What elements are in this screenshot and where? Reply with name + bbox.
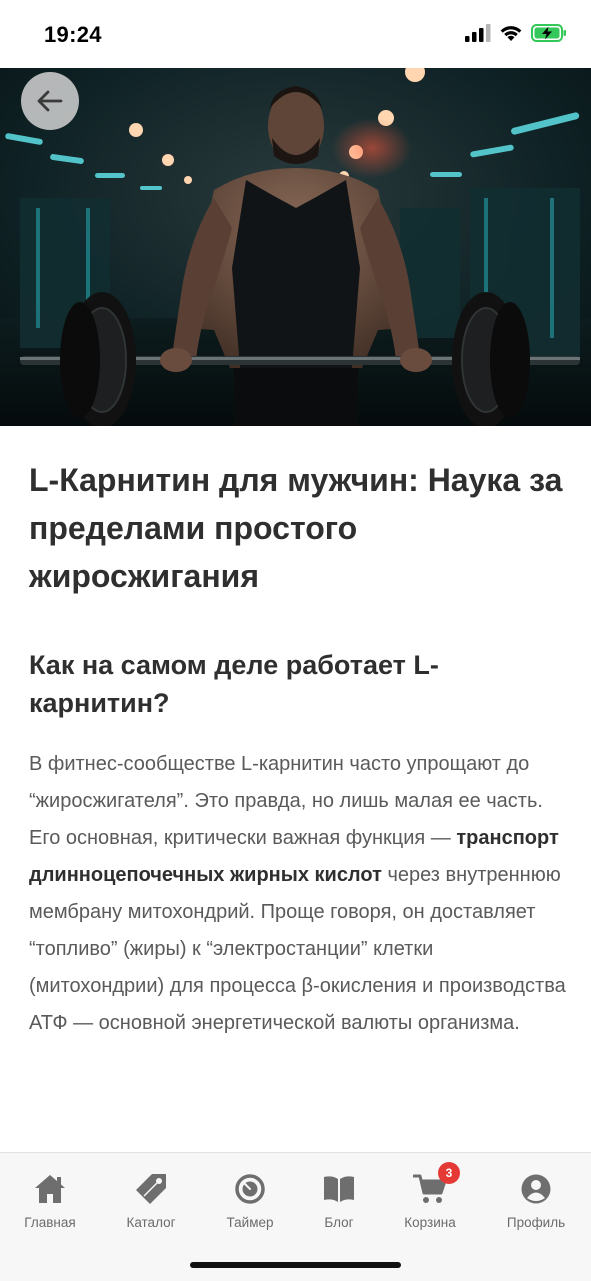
cellular-signal-icon — [465, 24, 491, 42]
article: L-Карнитин для мужчин: Наука за пределам… — [29, 456, 569, 1042]
home-icon — [35, 1175, 65, 1203]
article-subtitle: Как на самом деле работает L-карнитин? — [29, 650, 439, 718]
battery-charging-icon — [531, 24, 566, 42]
hero-image — [0, 68, 591, 426]
nav-label-catalog: Каталог — [126, 1215, 176, 1230]
nav-item-blog[interactable]: Блог — [290, 1171, 388, 1230]
article-body-text-2: через внутреннюю мембрану митохондрий. П… — [29, 864, 566, 1034]
article-body: В фитнес-сообществе L-карнитин часто упр… — [29, 746, 569, 1042]
wifi-icon — [500, 26, 522, 41]
nav-label-profile: Профиль — [506, 1215, 566, 1230]
book-icon — [324, 1176, 354, 1202]
nav-label-timer: Таймер — [226, 1215, 274, 1230]
nav-label-home: Главная — [24, 1215, 76, 1230]
status-bar: 19:24 — [0, 0, 591, 68]
arrow-left-icon — [37, 90, 63, 112]
nav-item-profile[interactable]: Профиль — [487, 1171, 585, 1230]
timer-icon — [235, 1174, 265, 1204]
nav-item-cart[interactable]: 3 Корзина — [381, 1162, 479, 1230]
nav-item-home[interactable]: Главная — [1, 1171, 99, 1230]
tag-icon — [136, 1174, 166, 1204]
nav-label-cart: Корзина — [404, 1215, 456, 1230]
nav-item-catalog[interactable]: Каталог — [102, 1171, 200, 1230]
nav-label-blog: Блог — [324, 1215, 354, 1230]
status-icons — [465, 24, 567, 42]
status-time: 19:24 — [44, 22, 102, 47]
back-button[interactable] — [21, 72, 79, 130]
profile-icon — [521, 1174, 551, 1204]
cart-badge: 3 — [438, 1162, 460, 1184]
article-title: L-Карнитин для мужчин: Наука за пределам… — [29, 462, 563, 594]
home-indicator[interactable] — [190, 1262, 401, 1268]
nav-item-timer[interactable]: Таймер — [201, 1171, 299, 1230]
